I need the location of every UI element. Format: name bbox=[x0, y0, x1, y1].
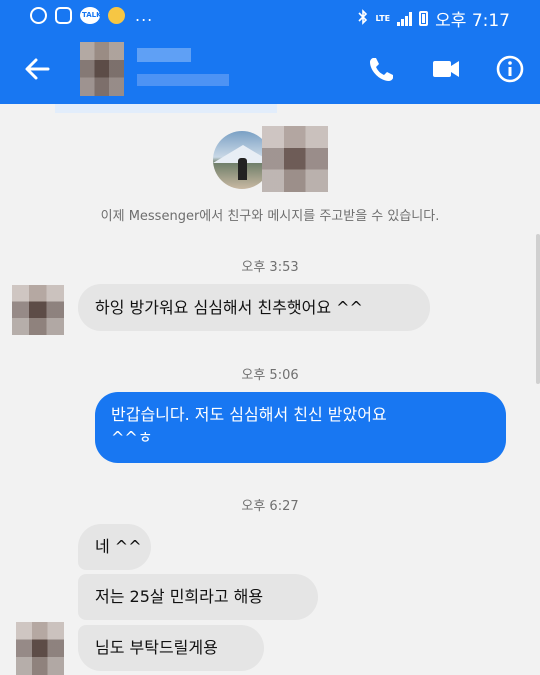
battery-icon bbox=[419, 11, 429, 26]
bluetooth-icon bbox=[358, 8, 368, 29]
profile-photo-redacted bbox=[262, 126, 328, 192]
phone-icon bbox=[370, 58, 393, 81]
scrollbar[interactable] bbox=[536, 234, 540, 384]
status-time: 오후 7:17 bbox=[435, 11, 510, 31]
message-bubble-outgoing[interactable]: 반갑습니다. 저도 심심해서 친신 받았어요 ^^ㅎ bbox=[95, 392, 506, 463]
messenger-intro-text: 이제 Messenger에서 친구와 메시지를 주고받을 수 있습니다. bbox=[100, 209, 440, 224]
message-bubble-incoming[interactable]: 네 ^^ bbox=[78, 524, 151, 570]
status-bar: TALK ... LTE 오후 7:17 bbox=[0, 0, 540, 34]
signal-icon bbox=[397, 11, 413, 26]
sender-avatar[interactable] bbox=[16, 622, 64, 675]
redacted-strip bbox=[55, 104, 277, 113]
timestamp: 오후 6:27 bbox=[241, 499, 299, 514]
contact-status-redacted bbox=[137, 74, 229, 86]
message-bubble-incoming[interactable]: 님도 부탁드릴게용 bbox=[78, 625, 264, 671]
message-bubble-incoming[interactable]: 하잉 방가워요 심심해서 친추햇어요 ^^ bbox=[78, 284, 430, 331]
video-call-button[interactable] bbox=[428, 51, 464, 87]
message-line: 반갑습니다. 저도 심심해서 친신 받았어요 bbox=[111, 405, 387, 424]
back-button[interactable] bbox=[22, 52, 52, 86]
kakaotalk-icon: TALK bbox=[80, 7, 102, 24]
voice-call-button[interactable] bbox=[364, 51, 400, 87]
system-indicators: LTE 오후 7:17 bbox=[358, 6, 510, 31]
u-app-icon bbox=[30, 7, 47, 24]
contact-avatar[interactable] bbox=[80, 42, 124, 96]
video-camera-icon bbox=[433, 61, 459, 77]
contact-name-redacted[interactable] bbox=[137, 48, 191, 62]
more-notifications: ... bbox=[135, 6, 154, 25]
sender-avatar[interactable] bbox=[12, 285, 64, 335]
message-thread[interactable]: 이제 Messenger에서 친구와 메시지를 주고받을 수 있습니다. 오후 … bbox=[0, 104, 540, 675]
notification-icons: TALK ... bbox=[30, 6, 153, 25]
message-line: ^^ㅎ bbox=[111, 428, 153, 447]
back-arrow-icon bbox=[25, 58, 50, 80]
kakao-face-icon bbox=[108, 7, 125, 24]
timestamp: 오후 3:53 bbox=[241, 260, 299, 275]
timestamp: 오후 5:06 bbox=[241, 368, 299, 383]
network-type: LTE bbox=[375, 13, 391, 23]
conversation-header bbox=[0, 34, 540, 104]
instagram-icon bbox=[55, 7, 72, 24]
info-icon bbox=[496, 55, 524, 83]
info-button[interactable] bbox=[492, 51, 528, 87]
message-bubble-incoming[interactable]: 저는 25살 민희라고 해용 bbox=[78, 574, 318, 620]
